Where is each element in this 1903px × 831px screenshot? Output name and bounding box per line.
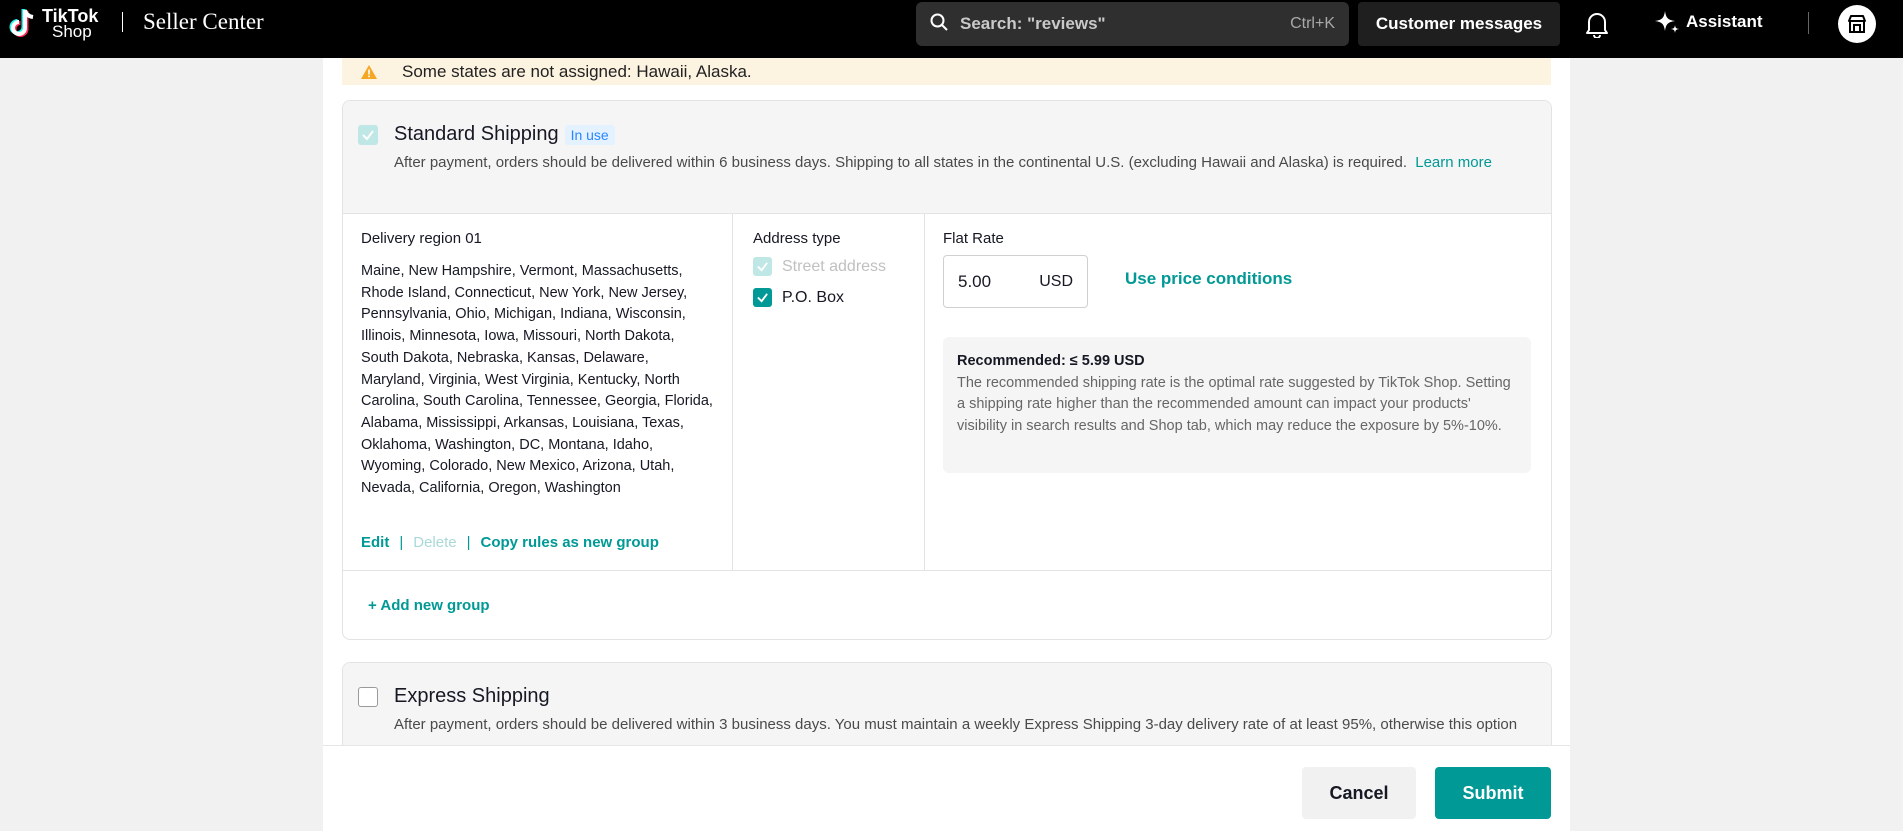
flat-rate-input[interactable]: 5.00 USD: [943, 255, 1088, 308]
standard-shipping-checkbox[interactable]: [358, 125, 378, 145]
recommended-rate-box: Recommended: ≤ 5.99 USD The recommended …: [943, 337, 1531, 473]
express-shipping-title: Express Shipping: [394, 685, 550, 707]
address-type-label: Address type: [753, 230, 841, 247]
sparkle-icon: [1655, 11, 1679, 33]
standard-shipping-title: Standard Shipping: [394, 123, 559, 145]
assistant-label: Assistant: [1686, 12, 1763, 31]
header-divider: [122, 12, 123, 32]
standard-shipping-card: Standard Shipping In use After payment, …: [342, 100, 1552, 640]
action-separator: |: [466, 534, 471, 551]
action-separator: |: [399, 534, 404, 551]
express-shipping-description: After payment, orders should be delivere…: [394, 716, 1518, 733]
express-shipping-title-row: Express Shipping: [394, 685, 550, 708]
in-use-badge: In use: [564, 124, 615, 145]
search-input[interactable]: Search: "reviews" Ctrl+K: [916, 2, 1349, 46]
delivery-region-states: Maine, New Hampshire, Vermont, Massachus…: [361, 263, 713, 497]
cancel-button[interactable]: Cancel: [1302, 767, 1416, 819]
street-address-checkbox[interactable]: [753, 257, 772, 276]
recommended-rate-text: The recommended shipping rate is the opt…: [957, 374, 1511, 435]
po-box-label: P.O. Box: [782, 288, 844, 306]
po-box-option[interactable]: P.O. Box: [753, 288, 904, 307]
logo-line-2: Shop: [52, 22, 92, 41]
street-address-label: Street address: [782, 257, 887, 275]
flat-rate-value: 5.00: [958, 271, 992, 291]
search-shortcut: Ctrl+K: [1290, 15, 1335, 32]
shop-icon[interactable]: [1838, 5, 1876, 43]
po-box-checkbox[interactable]: [753, 288, 772, 307]
use-price-conditions-link[interactable]: Use price conditions: [1125, 269, 1292, 289]
logo-text: TikTok Shop: [42, 7, 98, 41]
search-placeholder: Search: "reviews": [960, 14, 1106, 33]
copy-rules-link[interactable]: Copy rules as new group: [481, 534, 659, 551]
flat-rate-label: Flat Rate: [943, 230, 1004, 247]
submit-button[interactable]: Submit: [1435, 767, 1551, 819]
standard-shipping-description: After payment, orders should be delivere…: [394, 154, 1492, 171]
street-address-option[interactable]: Street address: [753, 257, 904, 276]
app-title: Seller Center: [143, 9, 264, 34]
standard-shipping-title-row: Standard Shipping In use: [394, 123, 615, 146]
express-shipping-checkbox[interactable]: [358, 687, 378, 707]
header-separator: [1808, 12, 1809, 34]
unassigned-states-warning: Some states are not assigned: Hawaii, Al…: [342, 58, 1551, 85]
delivery-region-column: Delivery region 01 Maine, New Hampshire,…: [343, 214, 733, 571]
search-icon: [930, 13, 948, 36]
tiktok-logo-icon: [8, 7, 38, 41]
recommended-rate-title: Recommended: ≤ 5.99 USD: [957, 353, 1145, 369]
top-navigation-bar: TikTok Shop Seller Center Search: "revie…: [0, 0, 1903, 58]
flat-rate-currency: USD: [1039, 272, 1073, 290]
edit-region-link[interactable]: Edit: [361, 534, 389, 551]
standard-shipping-header: Standard Shipping In use After payment, …: [343, 101, 1551, 214]
delete-region-link[interactable]: Delete: [413, 534, 456, 551]
checkmark-icon: [757, 293, 768, 303]
standard-shipping-description-text: After payment, orders should be delivere…: [394, 154, 1408, 171]
delivery-region-label: Delivery region 01: [361, 230, 482, 247]
bell-icon[interactable]: [1584, 10, 1610, 43]
checkmark-icon: [757, 262, 768, 272]
checkmark-icon: [362, 130, 374, 141]
tiktok-shop-logo[interactable]: TikTok Shop: [8, 7, 98, 41]
region-actions: Edit | Delete | Copy rules as new group: [361, 534, 659, 551]
warning-text: Some states are not assigned: Hawaii, Al…: [402, 61, 752, 81]
warning-icon: [361, 64, 377, 79]
delivery-region-row: Delivery region 01 Maine, New Hampshire,…: [343, 214, 1551, 571]
address-type-column: Address type Street address P.O. Box: [733, 214, 925, 571]
learn-more-link[interactable]: Learn more: [1415, 154, 1492, 171]
customer-messages-button[interactable]: Customer messages: [1358, 2, 1560, 46]
flat-rate-column: Flat Rate 5.00 USD Use price conditions …: [925, 214, 1551, 571]
assistant-button[interactable]: Assistant: [1654, 9, 1763, 35]
add-new-group-button[interactable]: + Add new group: [368, 597, 490, 614]
